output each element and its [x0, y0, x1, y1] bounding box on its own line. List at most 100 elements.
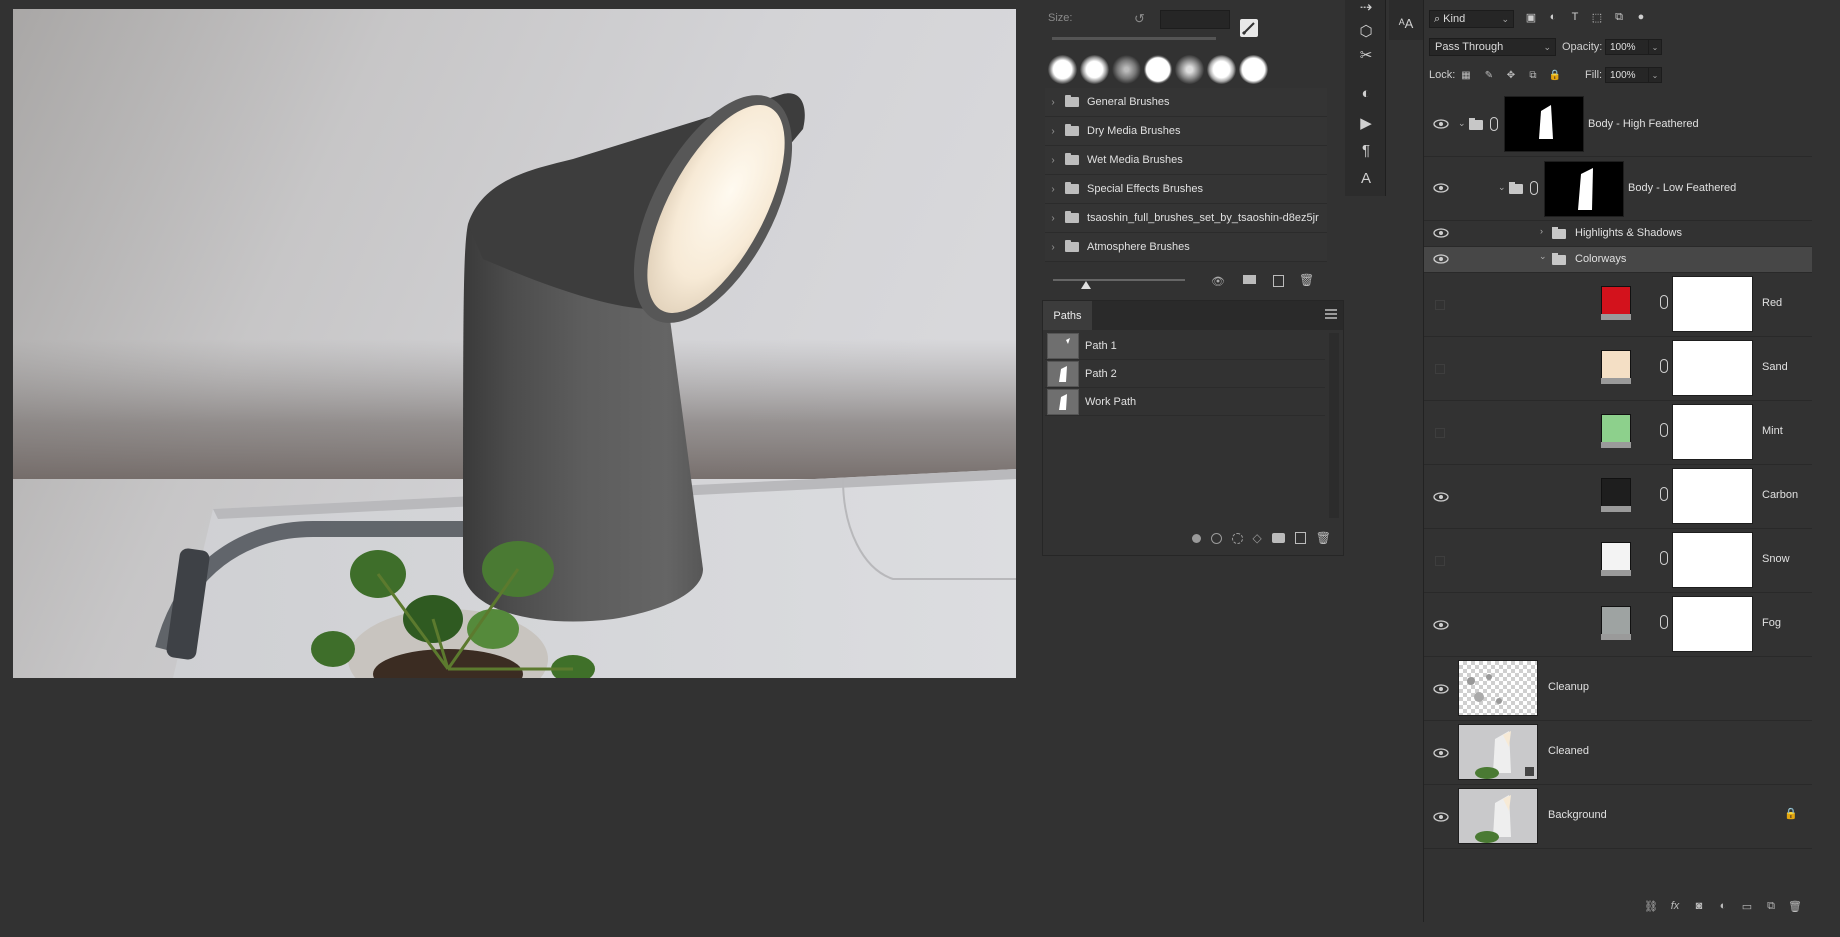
layer-row[interactable]: › Highlights & Shadows — [1424, 221, 1812, 247]
new-group-icon[interactable] — [1243, 275, 1256, 284]
chevron-right-icon[interactable]: › — [1540, 226, 1543, 236]
link-icon[interactable] — [1660, 487, 1668, 501]
stroke-path-icon[interactable] — [1210, 532, 1222, 544]
paths-scrollbar[interactable] — [1329, 333, 1339, 518]
adjustments-icon[interactable]: ◐ — [1355, 82, 1377, 104]
lock-transparency-icon[interactable]: ▦ — [1460, 69, 1472, 81]
blend-mode-select[interactable]: Pass Through ⌄ — [1429, 38, 1556, 56]
smart-object-filter-icon[interactable]: ⧉ — [1612, 10, 1626, 24]
visibility-toggle[interactable] — [1435, 428, 1445, 438]
history-icon[interactable]: ⇢ — [1355, 0, 1377, 18]
chevron-right-icon[interactable]: › — [1045, 126, 1061, 137]
lock-all-icon[interactable]: 🔒 — [1549, 69, 1561, 81]
fill-path-icon[interactable] — [1191, 533, 1201, 543]
shape-filter-icon[interactable]: ⬚ — [1590, 10, 1604, 24]
layer-row[interactable]: Red — [1424, 273, 1812, 337]
panel-menu-icon[interactable] — [1325, 309, 1337, 321]
filter-toggle-icon[interactable]: ● — [1634, 10, 1648, 24]
layer-row[interactable]: Background 🔒 — [1424, 785, 1812, 849]
link-icon[interactable] — [1660, 551, 1668, 565]
path-item[interactable]: Work Path — [1045, 388, 1325, 416]
path-item[interactable]: Path 2 — [1045, 360, 1325, 388]
layer-row-selected[interactable]: ⌄ Colorways — [1424, 247, 1812, 273]
fill-dropdown[interactable]: ⌄ — [1648, 67, 1662, 83]
character-styles-icon[interactable]: ᴬA — [1395, 12, 1417, 34]
lock-icon[interactable]: 🔒 — [1784, 807, 1798, 820]
layer-row[interactable]: Snow — [1424, 529, 1812, 593]
brush-folder[interactable]: › Atmosphere Brushes — [1045, 233, 1327, 262]
brush-tip[interactable] — [1048, 54, 1077, 84]
eye-icon[interactable] — [1433, 492, 1449, 502]
brush-tip[interactable] — [1079, 54, 1109, 84]
paragraph-icon[interactable]: ¶ — [1355, 139, 1377, 161]
opacity-input[interactable]: 100% — [1605, 39, 1649, 55]
pixel-filter-icon[interactable]: ▣ — [1524, 10, 1538, 24]
reset-size-icon[interactable]: ↺ — [1134, 11, 1145, 27]
eye-icon[interactable] — [1433, 183, 1449, 193]
layer-row[interactable]: Sand — [1424, 337, 1812, 401]
eye-icon[interactable] — [1433, 684, 1449, 694]
chevron-right-icon[interactable]: › — [1045, 97, 1061, 108]
brush-settings-icon[interactable] — [1240, 19, 1258, 37]
link-icon[interactable] — [1660, 615, 1668, 629]
layer-mask-thumbnail[interactable] — [1672, 468, 1753, 524]
brush-tip[interactable] — [1143, 54, 1173, 84]
lock-artboard-icon[interactable]: ⧉ — [1527, 69, 1539, 81]
layer-row[interactable]: Fog — [1424, 593, 1812, 657]
layer-thumbnail[interactable] — [1458, 660, 1538, 716]
layer-row[interactable]: Cleanup — [1424, 657, 1812, 721]
load-selection-icon[interactable] — [1231, 532, 1243, 544]
make-work-path-icon[interactable]: ◇ — [1253, 531, 1262, 545]
actions-icon[interactable]: ▶ — [1355, 112, 1377, 134]
chevron-right-icon[interactable]: › — [1045, 155, 1061, 166]
brush-folder[interactable]: › Dry Media Brushes — [1045, 117, 1327, 146]
tool-presets-icon[interactable]: ✂ — [1355, 44, 1377, 66]
layer-mask-thumbnail[interactable] — [1672, 532, 1753, 588]
adjustment-layer-icon[interactable]: ◐ — [1716, 899, 1730, 913]
eye-icon[interactable] — [1433, 620, 1449, 630]
link-icon[interactable] — [1660, 295, 1668, 309]
fill-color-swatch[interactable] — [1601, 478, 1631, 508]
layer-thumbnail[interactable] — [1458, 724, 1538, 780]
size-slider[interactable] — [1052, 37, 1216, 40]
trash-icon[interactable]: 🗑 — [1299, 273, 1314, 287]
brush-tip[interactable] — [1207, 54, 1237, 84]
size-field[interactable] — [1160, 10, 1230, 29]
layer-row[interactable]: Cleaned — [1424, 721, 1812, 785]
trash-icon[interactable]: 🗑 — [1316, 531, 1331, 545]
brush-size-slider-thumb[interactable] — [1081, 281, 1091, 289]
trash-icon[interactable]: 🗑 — [1788, 899, 1802, 913]
chevron-right-icon[interactable]: › — [1045, 184, 1061, 195]
visibility-toggle[interactable] — [1435, 364, 1445, 374]
layer-row[interactable]: Carbon — [1424, 465, 1812, 529]
layer-mask-thumbnail[interactable] — [1544, 161, 1624, 217]
visibility-toggle[interactable] — [1435, 300, 1445, 310]
layer-mask-thumbnail[interactable] — [1672, 404, 1753, 460]
chevron-down-icon[interactable]: ⌄ — [1539, 251, 1547, 262]
link-icon[interactable] — [1530, 181, 1538, 195]
layer-mask-thumbnail[interactable] — [1672, 340, 1753, 396]
layer-row[interactable]: ⌄ Body - Low Feathered — [1424, 157, 1812, 221]
link-icon[interactable] — [1490, 117, 1498, 131]
layer-mask-thumbnail[interactable] — [1672, 276, 1753, 332]
brush-tip[interactable] — [1175, 54, 1205, 84]
new-path-icon[interactable] — [1294, 532, 1306, 544]
layer-mask-thumbnail[interactable] — [1672, 596, 1753, 652]
new-group-icon[interactable]: ▭ — [1740, 899, 1754, 913]
type-filter-icon[interactable]: T — [1568, 10, 1582, 24]
layer-thumbnail[interactable] — [1458, 788, 1538, 844]
chevron-down-icon[interactable]: ⌄ — [1498, 182, 1506, 193]
character-icon[interactable]: A — [1355, 167, 1377, 189]
link-layers-icon[interactable]: ⛓ — [1644, 899, 1658, 913]
layer-mask-thumbnail[interactable] — [1504, 96, 1584, 152]
eye-icon[interactable] — [1433, 119, 1449, 129]
link-icon[interactable] — [1660, 423, 1668, 437]
document-canvas[interactable] — [13, 9, 1016, 678]
toggle-brush-preview-icon[interactable]: 👁 — [1211, 275, 1225, 288]
fill-color-swatch[interactable] — [1601, 542, 1631, 572]
lock-position-icon[interactable]: ✥ — [1505, 69, 1517, 81]
fx-icon[interactable]: fx — [1668, 899, 1682, 913]
path-item[interactable]: Path 1 — [1045, 332, 1325, 360]
link-icon[interactable] — [1660, 359, 1668, 373]
adjustment-filter-icon[interactable]: ◐ — [1546, 10, 1560, 24]
